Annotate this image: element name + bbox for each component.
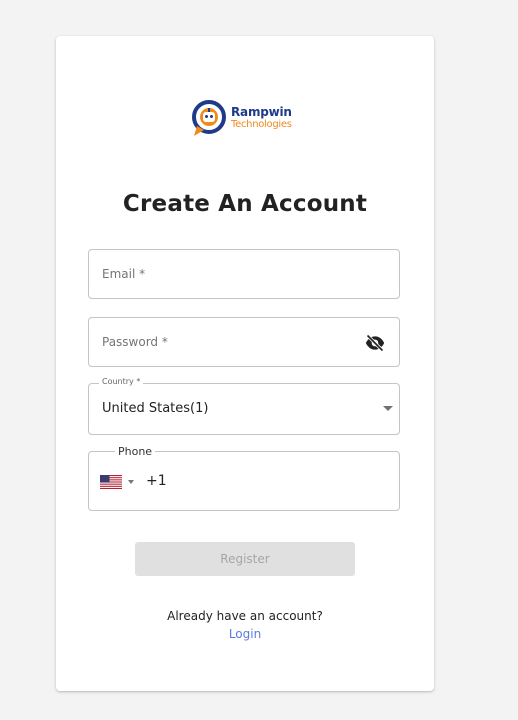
country-value: United States(1) [102,401,209,416]
password-field[interactable]: Password * [88,317,400,367]
country-code-dropdown-icon[interactable] [128,480,134,484]
us-flag-icon[interactable] [100,475,122,489]
register-button[interactable]: Register [135,542,355,576]
phone-field[interactable]: Phone +1 [88,445,400,511]
email-placeholder: Email * [102,267,146,281]
eye-off-icon[interactable] [364,333,386,353]
logo-subtitle: Technologies [231,119,292,130]
login-prompt: Already have an account? [167,609,323,623]
chevron-down-icon[interactable] [383,406,393,411]
phone-label: Phone [115,445,156,458]
robot-chat-bubble-icon [192,100,226,136]
email-field[interactable]: Email * [88,249,400,299]
logo-name: Rampwin [231,105,292,119]
page-title: Create An Account [122,191,368,217]
country-select[interactable]: Country * United States(1) [88,377,400,435]
company-logo: Rampwin Technologies [191,99,311,141]
signup-card: Rampwin Technologies Create An Account E… [56,36,434,691]
country-label: Country * [99,377,144,386]
phone-dial-code[interactable]: +1 [146,473,167,489]
password-placeholder: Password * [102,335,168,349]
login-link[interactable]: Login [56,627,434,641]
